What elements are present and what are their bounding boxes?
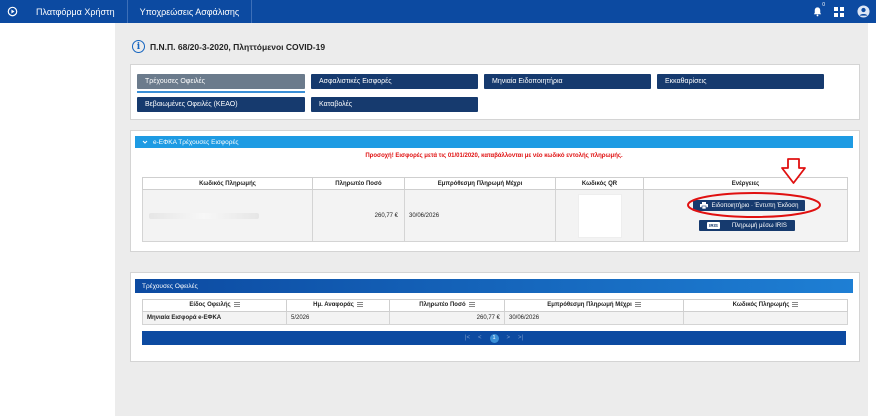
nav-user-platform[interactable]: Πλατφόρμα Χρήστη — [24, 0, 128, 23]
active-tab-indicator — [137, 91, 305, 93]
right-scroll-strip — [868, 23, 876, 416]
nav-insurance-obligations[interactable]: Υποχρεώσεις Ασφάλισης — [128, 0, 253, 23]
redacted-code — [149, 212, 259, 219]
prev-page-button[interactable]: < — [478, 335, 482, 341]
user-avatar-icon[interactable] — [850, 0, 876, 23]
tab-settlements[interactable]: Εκκαθαρίσεις — [657, 74, 824, 89]
top-navigation-bar: Πλατφόρμα Χρήστη Υποχρεώσεις Ασφάλισης 0 — [0, 0, 876, 23]
debt-due-date-cell: 30/06/2026 — [504, 311, 684, 325]
table-row: Μηνιαία Εισφορά e-ΕΦΚΑ 5/2026 260,77 € 3… — [142, 311, 848, 325]
page-title-row: i Π.Ν.Π. 68/20-3-2020, Πληττόμενοι COVID… — [132, 40, 325, 53]
debt-type-cell: Μηνιαία Εισφορά e-ΕΦΚΑ — [142, 311, 287, 325]
notification-count: 0 — [822, 2, 825, 8]
col-debt-due-date-label: Εμπρόθεσμη Πληρωμή Μέχρι — [547, 302, 632, 309]
debt-code-cell — [683, 311, 848, 325]
annotation-overlay — [687, 158, 821, 218]
chevron-down-icon — [142, 140, 148, 144]
efka-panel-title: e-ΕΦΚΑ Τρέχουσες Εισφορές — [153, 138, 239, 146]
col-debt-due-date[interactable]: Εμπρόθεσμη Πληρωμή Μέχρι — [504, 299, 684, 312]
annotation-ellipse — [687, 192, 821, 218]
due-date-cell: 30/06/2026 — [404, 189, 556, 242]
debt-amount-cell: 260,77 € — [389, 311, 505, 325]
sort-icon[interactable] — [356, 302, 363, 308]
amount-cell: 260,77 € — [312, 189, 405, 242]
info-icon: i — [132, 40, 145, 53]
efka-panel-header[interactable]: e-ΕΦΚΑ Τρέχουσες Εισφορές — [135, 136, 853, 148]
col-debt-type[interactable]: Είδος Οφειλής — [142, 299, 287, 312]
col-amount: Πληρωτέο Ποσό — [312, 177, 405, 190]
iris-payment-label: Πληρωμή μέσω IRIS — [731, 222, 787, 229]
tab-monthly-notices[interactable]: Μηνιαία Ειδοποιητήρια — [484, 74, 651, 89]
col-debt-amount[interactable]: Πληρωτέο Ποσό — [389, 299, 505, 312]
col-reference-date-label: Ημ. Αναφοράς — [313, 302, 354, 309]
col-qr-code: Κωδικός QR — [555, 177, 644, 190]
tab-current-debts[interactable]: Τρέχουσες Οφειλές — [137, 74, 305, 89]
col-debt-amount-label: Πληρωτέο Ποσό — [419, 302, 466, 309]
next-page-button[interactable]: > — [507, 335, 511, 341]
left-sidebar — [0, 23, 115, 416]
payment-code-cell — [142, 189, 313, 242]
tab-payments[interactable]: Καταβολές — [311, 97, 478, 112]
col-debt-payment-code[interactable]: Κωδικός Πληρωμής — [683, 299, 848, 312]
pagination-bar: |< < 1 > >| — [142, 331, 846, 345]
grid-icon[interactable] — [828, 0, 850, 23]
iris-payment-button[interactable]: IRIS Πληρωμή μέσω IRIS — [699, 220, 795, 231]
power-icon[interactable] — [0, 0, 24, 23]
iris-logo-icon: IRIS — [707, 222, 720, 229]
bell-icon[interactable]: 0 — [806, 0, 828, 23]
first-page-button[interactable]: |< — [465, 335, 470, 341]
sort-icon[interactable] — [634, 302, 641, 308]
sort-icon[interactable] — [468, 302, 475, 308]
page-title: Π.Ν.Π. 68/20-3-2020, Πληττόμενοι COVID-1… — [150, 41, 326, 52]
tab-insurance-contributions[interactable]: Ασφαλιστικές Εισφορές — [311, 74, 478, 89]
col-due-date: Εμπρόθεσμη Πληρωμή Μέχρι — [404, 177, 556, 190]
col-payment-code: Κωδικός Πληρωμής — [142, 177, 313, 190]
current-debts-header: Τρέχουσες Οφειλές — [135, 279, 853, 293]
qr-code-image — [577, 193, 622, 238]
tab-certified-debts[interactable]: Βεβαιωμένες Οφειλές (ΚΕΑΟ) — [137, 97, 305, 112]
current-debts-table: Είδος Οφειλής Ημ. Αναφοράς Πληρωτέο Ποσό… — [142, 299, 848, 325]
last-page-button[interactable]: >| — [518, 335, 523, 341]
down-arrow-icon — [781, 158, 806, 184]
col-reference-date[interactable]: Ημ. Αναφοράς — [286, 299, 390, 312]
qr-cell — [555, 189, 644, 242]
sort-icon[interactable] — [233, 302, 240, 308]
col-debt-type-label: Είδος Οφειλής — [189, 302, 231, 309]
sort-icon[interactable] — [792, 302, 799, 308]
col-debt-payment-code-label: Κωδικός Πληρωμής — [732, 302, 790, 309]
ref-date-cell: 5/2026 — [286, 311, 390, 325]
current-page[interactable]: 1 — [489, 333, 499, 343]
